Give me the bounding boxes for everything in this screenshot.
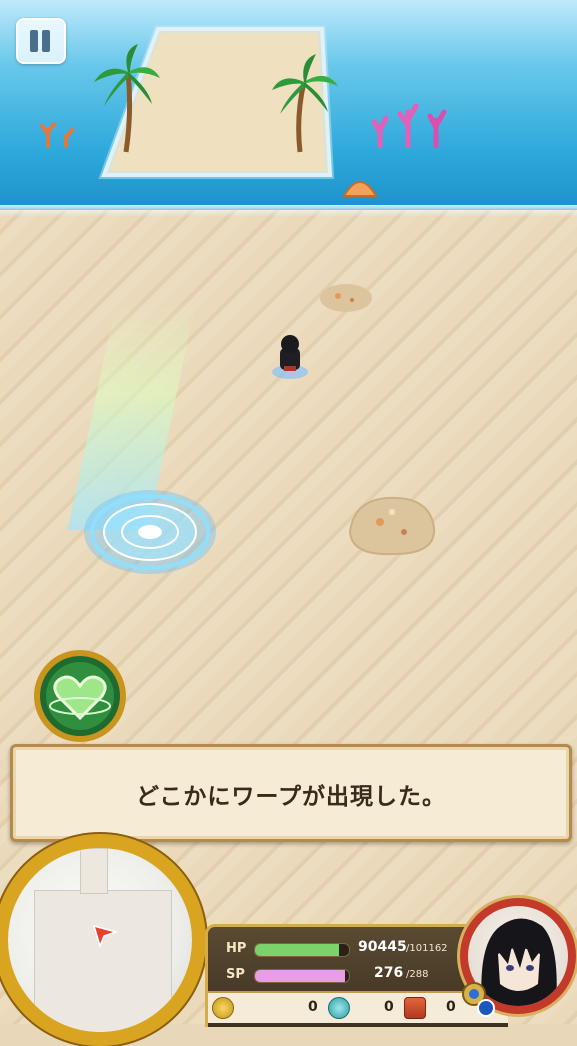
sand-mound-small [320,284,372,312]
seashell [342,181,378,197]
gold-count: 0 [308,999,318,1015]
pause-button[interactable] [16,18,66,64]
shoreline [0,205,577,217]
treasure-chest-icon [404,997,426,1019]
warp-portal[interactable] [82,488,218,576]
palm-tree-left [94,44,160,153]
sp-bar [254,969,350,983]
hp-current: 90445 [358,939,407,955]
sp-label: SP [226,967,245,982]
minimap-path [80,848,108,894]
hp-bar [254,943,350,957]
sand-mound-large [348,496,436,556]
hp-max: /101162 [406,943,448,954]
sp-max: /288 [406,969,429,980]
element-badge-icon [462,982,495,1017]
sp-current: 276 [374,965,404,981]
minimap-view [8,848,192,1032]
sp-bar-fill [255,970,346,982]
palm-tree-right [272,54,338,153]
message-text: どこかにワープが出現した。 [136,784,446,810]
coral-orange [40,122,74,148]
hp-bar-fill [255,944,340,956]
pause-icon [30,30,38,52]
minimap-area [34,890,172,1032]
chest-count: 0 [446,999,456,1015]
heart-buff-icon[interactable] [32,648,128,744]
soul-crystal-icon [328,997,350,1019]
gold-coin-icon [212,997,234,1019]
message-box: どこかにワープが出現した。 [10,744,572,842]
player-character [272,335,308,379]
hp-label: HP [226,941,247,956]
pause-icon-bar [42,30,50,52]
minimap[interactable] [0,834,206,1046]
coral-pink [372,103,447,148]
player-marker-icon [92,924,118,948]
crystal-count: 0 [384,999,394,1015]
